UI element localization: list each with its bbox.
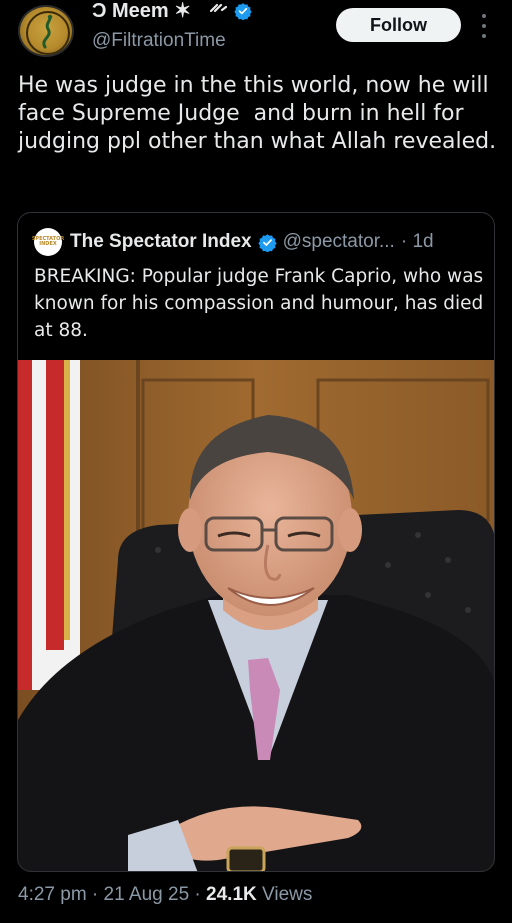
tweet-header: Ɔ Meem ✶ @FiltrationTime Follow bbox=[0, 0, 512, 62]
quoted-tweet-header: SPECTATOR INDEX The Spectator Index @spe… bbox=[31, 228, 484, 256]
snake-logo-icon bbox=[26, 11, 70, 55]
quoted-tweet-photo[interactable] bbox=[18, 360, 494, 871]
views-count[interactable]: 24.1K bbox=[206, 884, 257, 906]
name-badges bbox=[210, 2, 252, 20]
views-label: Views bbox=[256, 884, 313, 905]
follow-button[interactable]: Follow bbox=[336, 8, 461, 42]
more-options-icon[interactable] bbox=[474, 10, 494, 42]
verified-badge-icon bbox=[257, 233, 277, 252]
tweet-meta: 4:27 pm · 21 Aug 25 · 24.1K Views bbox=[18, 884, 312, 906]
quoted-author-avatar[interactable]: SPECTATOR INDEX bbox=[31, 228, 65, 256]
judge-portrait-image bbox=[18, 360, 494, 871]
author-avatar[interactable] bbox=[18, 5, 74, 57]
quoted-tweet[interactable]: SPECTATOR INDEX The Spectator Index @spe… bbox=[17, 212, 495, 872]
quoted-tweet-text: BREAKING: Popular judge Frank Caprio, wh… bbox=[34, 266, 484, 341]
post-time[interactable]: 4:27 pm bbox=[18, 884, 87, 906]
author-handle[interactable]: @FiltrationTime bbox=[92, 30, 226, 52]
verified-badge-icon bbox=[234, 3, 252, 20]
tweet-text: He was judge in the this world, now he w… bbox=[18, 73, 497, 154]
meta-separator: · bbox=[189, 884, 207, 905]
meta-separator: · bbox=[86, 884, 104, 905]
quoted-time: · 1d bbox=[400, 231, 434, 252]
quoted-avatar-text: SPECTATOR INDEX bbox=[31, 236, 65, 247]
post-date[interactable]: 21 Aug 25 bbox=[104, 884, 190, 906]
author-display-name[interactable]: Ɔ Meem ✶ bbox=[92, 0, 191, 22]
quoted-author-name[interactable]: The Spectator Index bbox=[70, 231, 252, 253]
link-icon bbox=[210, 3, 228, 13]
quoted-author-handle[interactable]: @spectator... bbox=[283, 231, 395, 253]
